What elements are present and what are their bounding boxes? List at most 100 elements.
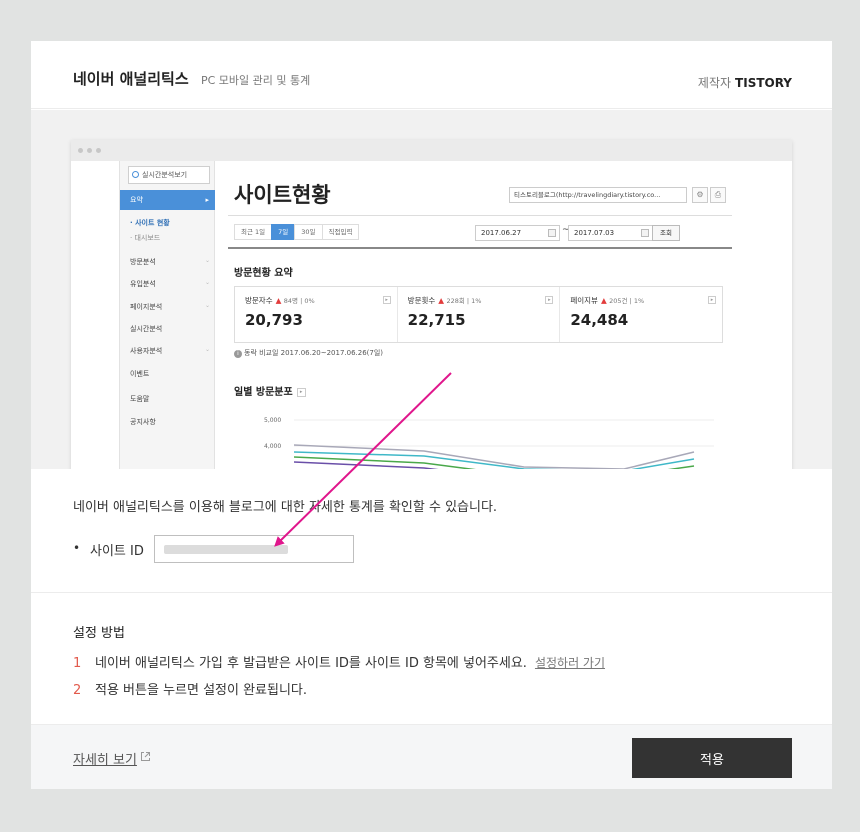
card-header: 네이버 애널리틱스 PC 모바일 관리 및 통계 제작자 TISTORY (31, 41, 832, 109)
compare-text: 동락 비교일 2017.06.20~2017.06.26(7일) (244, 349, 384, 357)
gear-icon: ⚙ (692, 187, 708, 203)
arrow-up-icon: ▲ (275, 296, 282, 305)
stat-delta: 205건 (609, 297, 628, 305)
chevron-down-icon: ⌄ (204, 279, 210, 286)
date-from-text: 2017.06.27 (481, 229, 522, 237)
sidebar-subitem-dashboard: · 대시보드 (130, 234, 161, 242)
divider (228, 215, 732, 216)
preview-screenshot: 실시간분석보기 요약 ▸ · 사이트 현황 · 대시보드 방문분석 ⌄ 유입분석 ⌄ … (31, 110, 832, 469)
period-tabs: 최근 1일 7일 30일 직접입력 (234, 224, 360, 240)
calendar-icon (641, 229, 649, 237)
maker-name: TISTORY (735, 76, 792, 90)
plugin-subtitle: PC 모바일 관리 및 통계 (201, 74, 311, 87)
step-text: 적용 버튼을 누르면 설정이 완료됩니다. (95, 683, 308, 698)
info-icon: i (234, 350, 242, 358)
window-dot (96, 148, 101, 153)
daily-title: 일별 방문분포 ▸ (234, 383, 306, 398)
sidebar-item-pages: 페이지분석 ⌄ (130, 302, 210, 312)
sidebar-item-notice: 공지사항 (130, 418, 156, 426)
step-number: 1 (73, 656, 82, 671)
browser-title-bar (71, 140, 792, 161)
chevron-right-icon: ▸ (296, 387, 306, 397)
chevron-right-icon: ▸ (545, 296, 554, 304)
sidebar-subitem-site-status: · 사이트 현황 (130, 219, 170, 227)
summary-title: 방문현황 요약 (234, 268, 293, 279)
query-button: 조회 (652, 225, 680, 241)
maker-info: 제작자 TISTORY (698, 74, 792, 91)
sidebar-item-events: 이벤트 (130, 370, 150, 378)
stat-percent: 1% (633, 297, 645, 305)
sidebar-item-users: 사용자분석 ⌄ (130, 346, 210, 356)
plugin-name: 네이버 애널리틱스 (73, 70, 189, 88)
tab-7days: 7일 (271, 224, 296, 240)
stat-label-row: 방문횟수 ▲ 228회 | 1% (408, 295, 560, 306)
stat-delta: 84명 (283, 297, 299, 305)
date-to-text: 2017.07.03 (574, 229, 615, 237)
stat-value: 24,484 (570, 311, 629, 329)
y-tick-label: 4,000 (264, 443, 282, 450)
chevron-right-icon: ▸ (708, 296, 717, 304)
stat-delta: 228회 (446, 297, 465, 305)
tab-custom: 직접입력 (321, 224, 360, 240)
howto-title: 설정 방법 (73, 626, 125, 641)
step-number: 2 (73, 683, 82, 698)
tab-30days: 30일 (294, 224, 323, 240)
sidebar-item-label: 사용자분석 (130, 347, 163, 355)
stat-label: 페이지뷰 (570, 296, 598, 305)
daily-visits-chart (294, 419, 714, 469)
stat-summary: 방문자수 ▲ 84명 | 0% 20,793 ▸ 방문횟수 ▲ 228회 | 1% … (234, 286, 723, 343)
detail-link[interactable]: 자세히 보기 (73, 749, 137, 768)
sidebar-item-help: 도움말 (130, 395, 150, 403)
sidebar-item-realtime: 실시간분석 (130, 325, 163, 333)
y-tick-label: 5,000 (264, 417, 282, 424)
sidebar-item-label: 페이지분석 (130, 303, 163, 311)
site-id-row: • 사이트 ID (73, 534, 373, 563)
card-footer: 자세히 보기 적용 (31, 724, 832, 789)
daily-title-text: 일별 방문분포 (234, 387, 293, 398)
preview-page-title: 사이트현황 (234, 183, 331, 207)
step-text: 네이버 애널리틱스 가입 후 발급받은 사이트 ID를 사이트 ID 항목에 넣… (95, 656, 527, 671)
stat-value: 20,793 (245, 311, 303, 329)
bullet: • (73, 541, 81, 555)
plugin-card: 네이버 애널리틱스 PC 모바일 관리 및 통계 제작자 TISTORY 실시간분… (31, 41, 832, 789)
howto-step-2: 2 적용 버튼을 누르면 설정이 완료됩니다. (73, 679, 307, 698)
settings-link[interactable]: 설정하러 가기 (535, 656, 605, 670)
external-link-icon[interactable] (140, 751, 151, 762)
chevron-right-icon: ▸ (205, 196, 209, 204)
compare-period: i 동락 비교일 2017.06.20~2017.06.26(7일) (234, 348, 383, 358)
stat-label: 방문횟수 (407, 296, 436, 305)
maker-label: 제작자 (697, 76, 732, 90)
date-to: 2017.07.03 (568, 225, 653, 241)
sidebar-item-visits: 방문분석 ⌄ (130, 257, 210, 267)
sidebar-item-summary: 요약 ▸ (120, 190, 215, 210)
stat-label-row: 방문자수 ▲ 84명 | 0% (245, 295, 397, 306)
description-text: 네이버 애널리틱스를 이용해 블로그에 대한 자세한 통계를 확인할 수 있습니… (73, 500, 498, 515)
tab-1day: 최근 1일 (234, 224, 273, 240)
chevron-down-icon: ⌄ (204, 257, 210, 264)
stat-pageviews: 페이지뷰 ▲ 205건 | 1% 24,484 ▸ (560, 287, 722, 342)
sidebar-item-label: 요약 (130, 196, 143, 204)
date-from: 2017.06.27 (475, 225, 560, 241)
clock-icon (132, 171, 139, 178)
realtime-button: 실시간분석보기 (128, 166, 210, 184)
sidebar-item-label: 방문분석 (130, 258, 156, 266)
analytics-main: 사이트현황 티스토리블로그(http://travelingdiary.tist… (216, 161, 792, 469)
analytics-sidebar: 실시간분석보기 요약 ▸ · 사이트 현황 · 대시보드 방문분석 ⌄ 유입분석 ⌄ … (119, 161, 215, 469)
divider (228, 247, 732, 249)
window-dot (78, 148, 83, 153)
arrow-up-icon: ▲ (438, 296, 445, 305)
arrow-up-icon: ▲ (600, 296, 607, 305)
window-dot (87, 148, 92, 153)
site-id-label: 사이트 ID (90, 544, 144, 559)
stat-label: 방문자수 (245, 296, 273, 305)
stat-visits: 방문횟수 ▲ 228회 | 1% 22,715 ▸ (398, 287, 561, 342)
section-divider (31, 592, 832, 593)
realtime-button-label: 실시간분석보기 (142, 171, 188, 179)
stat-value: 22,715 (407, 311, 466, 329)
apply-button[interactable]: 적용 (632, 738, 792, 778)
blog-select: 티스토리블로그(http://travelingdiary.tistory.co… (509, 187, 687, 203)
print-icon: ⎙ (710, 187, 726, 203)
chevron-down-icon: ⌄ (204, 302, 210, 309)
sidebar-item-label: 유입분석 (130, 280, 156, 288)
chevron-right-icon: ▸ (382, 296, 391, 304)
